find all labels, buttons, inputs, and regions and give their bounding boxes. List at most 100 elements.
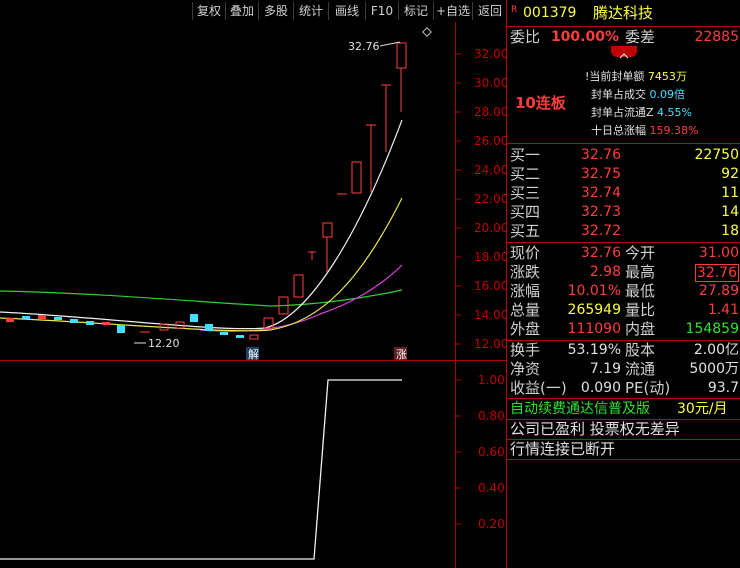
candle xyxy=(293,274,304,298)
bid-volume: 92 xyxy=(721,166,739,182)
fund-label: PE(动) xyxy=(625,379,671,397)
candles xyxy=(6,42,407,340)
weibi-label: 委比 xyxy=(510,28,541,46)
bid-price: 32.76 xyxy=(580,147,621,163)
bid-volume: 11 xyxy=(721,185,739,201)
bid-label: 买一 xyxy=(510,146,541,164)
quote-label: 今开 xyxy=(625,244,656,262)
status-row: 公司已盈利 投票权无差异 xyxy=(507,420,740,439)
indicator-tick: 0.80 xyxy=(478,409,505,423)
limit-info: !当前封单额 7453万 封单占成交 0.09倍 封单占流通Z 4.55% 十日… xyxy=(585,68,740,140)
quote-label: 现价 xyxy=(510,244,541,262)
price-tick: 14.00 xyxy=(474,308,506,322)
candle xyxy=(220,332,228,335)
limit-info-label: 当前封单额 xyxy=(589,70,645,83)
last-price: 32.76 xyxy=(580,245,621,261)
candle xyxy=(70,319,78,323)
chevron-up-icon xyxy=(619,53,629,59)
turnover-rate: 53.19% xyxy=(567,342,621,358)
candle xyxy=(249,334,259,340)
add-watchlist-button[interactable]: +自选 xyxy=(433,2,472,20)
indicator-chart[interactable]: 1.00 0.80 0.60 0.40 0.20 xyxy=(0,362,506,568)
candle xyxy=(117,325,125,333)
connection-status: 行情连接已断开 xyxy=(510,440,616,458)
overlay-button[interactable]: 叠加 xyxy=(225,2,258,20)
fund-row: 收益(一) 0.090 PE(动) 93.7 xyxy=(507,379,740,398)
quote-label: 最高 xyxy=(625,263,656,281)
quote-label: 最低 xyxy=(625,282,656,300)
quote-label: 量比 xyxy=(625,301,656,319)
stock-name: 腾达科技 xyxy=(593,4,654,22)
bid-volume: 14 xyxy=(721,204,739,220)
weicha-label: 委差 xyxy=(625,28,656,46)
multi-stock-button[interactable]: 多股 xyxy=(258,2,293,20)
price-tick: 24.00 xyxy=(474,163,506,177)
promo-price[interactable]: 30元/月 xyxy=(677,400,728,419)
status-row: 行情连接已断开 xyxy=(507,440,740,459)
inner-volume: 154859 xyxy=(685,321,739,337)
draw-line-button[interactable]: 画线 xyxy=(328,2,365,20)
limit-info-row: 十日总涨幅 159.38% xyxy=(585,122,740,140)
total-volume: 265949 xyxy=(567,302,621,318)
price-tick: 20.00 xyxy=(474,221,506,235)
limit-info-row: 封单占流通Z 4.55% xyxy=(585,104,740,122)
quote-label: 外盘 xyxy=(510,320,541,338)
price-axis: 32.00 30.00 28.00 26.00 24.00 22.00 20.0… xyxy=(456,47,506,351)
indicator-tick: 0.40 xyxy=(478,481,505,495)
high-price-annotation: 32.76 xyxy=(348,40,380,53)
price-tick: 30.00 xyxy=(474,76,506,90)
quote-label: 涨跌 xyxy=(510,263,541,281)
quote-panel: R 001379 腾达科技 委比 100.00% 委差 22885 10连板 !… xyxy=(506,0,740,568)
bid-row[interactable]: 买三 32.74 11 xyxy=(507,184,740,203)
quote-row: 现价 32.76 今开 31.00 xyxy=(507,244,740,263)
bid-row[interactable]: 买二 32.75 92 xyxy=(507,165,740,184)
mark-button[interactable]: 标记 xyxy=(398,2,433,20)
price-tick: 22.00 xyxy=(474,192,506,206)
r-badge: R xyxy=(511,5,518,15)
fund-row: 净资 7.19 流通 5000万 xyxy=(507,360,740,379)
limit-up-marker-label: 涨 xyxy=(396,348,407,361)
bid-row[interactable]: 买一 32.76 22750 xyxy=(507,146,740,165)
fund-label: 流通 xyxy=(625,360,656,378)
candlestick-chart[interactable]: 32.00 30.00 28.00 26.00 24.00 22.00 20.0… xyxy=(0,22,506,362)
bid-label: 买三 xyxy=(510,184,541,202)
price-tick: 28.00 xyxy=(474,105,506,119)
limit-info-row: !当前封单额 7453万 xyxy=(585,70,687,83)
promo-text[interactable]: 自动续费通达信普及版 xyxy=(510,400,650,419)
back-button[interactable]: 返回 xyxy=(472,2,507,20)
weicha-value: 22885 xyxy=(694,29,739,45)
net-assets: 7.19 xyxy=(589,361,621,377)
candle xyxy=(396,42,407,69)
limit-info-value: 0.09倍 xyxy=(649,88,686,101)
bid-price: 32.75 xyxy=(580,166,621,182)
bid-price: 32.74 xyxy=(580,185,621,201)
collapse-toggle[interactable] xyxy=(611,46,637,59)
outer-volume: 111090 xyxy=(567,321,621,337)
bid-row[interactable]: 买四 32.73 14 xyxy=(507,203,740,222)
indicator-tick: 0.60 xyxy=(478,445,505,459)
quote-row: 涨幅 10.01% 最低 27.89 xyxy=(507,282,740,301)
candle xyxy=(236,335,244,338)
fund-label: 换手 xyxy=(510,341,541,359)
price-change-pct: 10.01% xyxy=(567,283,621,299)
fund-label: 股本 xyxy=(625,341,656,359)
bid-price: 32.73 xyxy=(580,204,621,220)
limit-info-value: 4.55% xyxy=(657,106,692,119)
f10-button[interactable]: F10 xyxy=(365,2,398,20)
diamond-icon[interactable] xyxy=(422,27,432,37)
candle xyxy=(6,318,14,322)
open-price: 31.00 xyxy=(698,245,739,261)
limit-info-value: 159.38% xyxy=(649,124,699,137)
unlock-marker-label: 解 xyxy=(248,347,259,361)
stats-button[interactable]: 统计 xyxy=(293,2,328,20)
fuquan-button[interactable]: 复权 xyxy=(192,2,225,20)
promo-row[interactable]: 自动续费通达信普及版 30元/月 xyxy=(507,400,740,419)
fund-row: 换手 53.19% 股本 2.00亿 xyxy=(507,341,740,360)
bid-price: 32.72 xyxy=(580,223,621,239)
quote-label: 总量 xyxy=(510,301,541,319)
price-tick: 32.00 xyxy=(474,47,506,61)
share-capital: 2.00亿 xyxy=(693,342,739,358)
candle xyxy=(38,315,46,319)
candle xyxy=(86,321,94,325)
bid-row[interactable]: 买五 32.72 18 xyxy=(507,222,740,241)
